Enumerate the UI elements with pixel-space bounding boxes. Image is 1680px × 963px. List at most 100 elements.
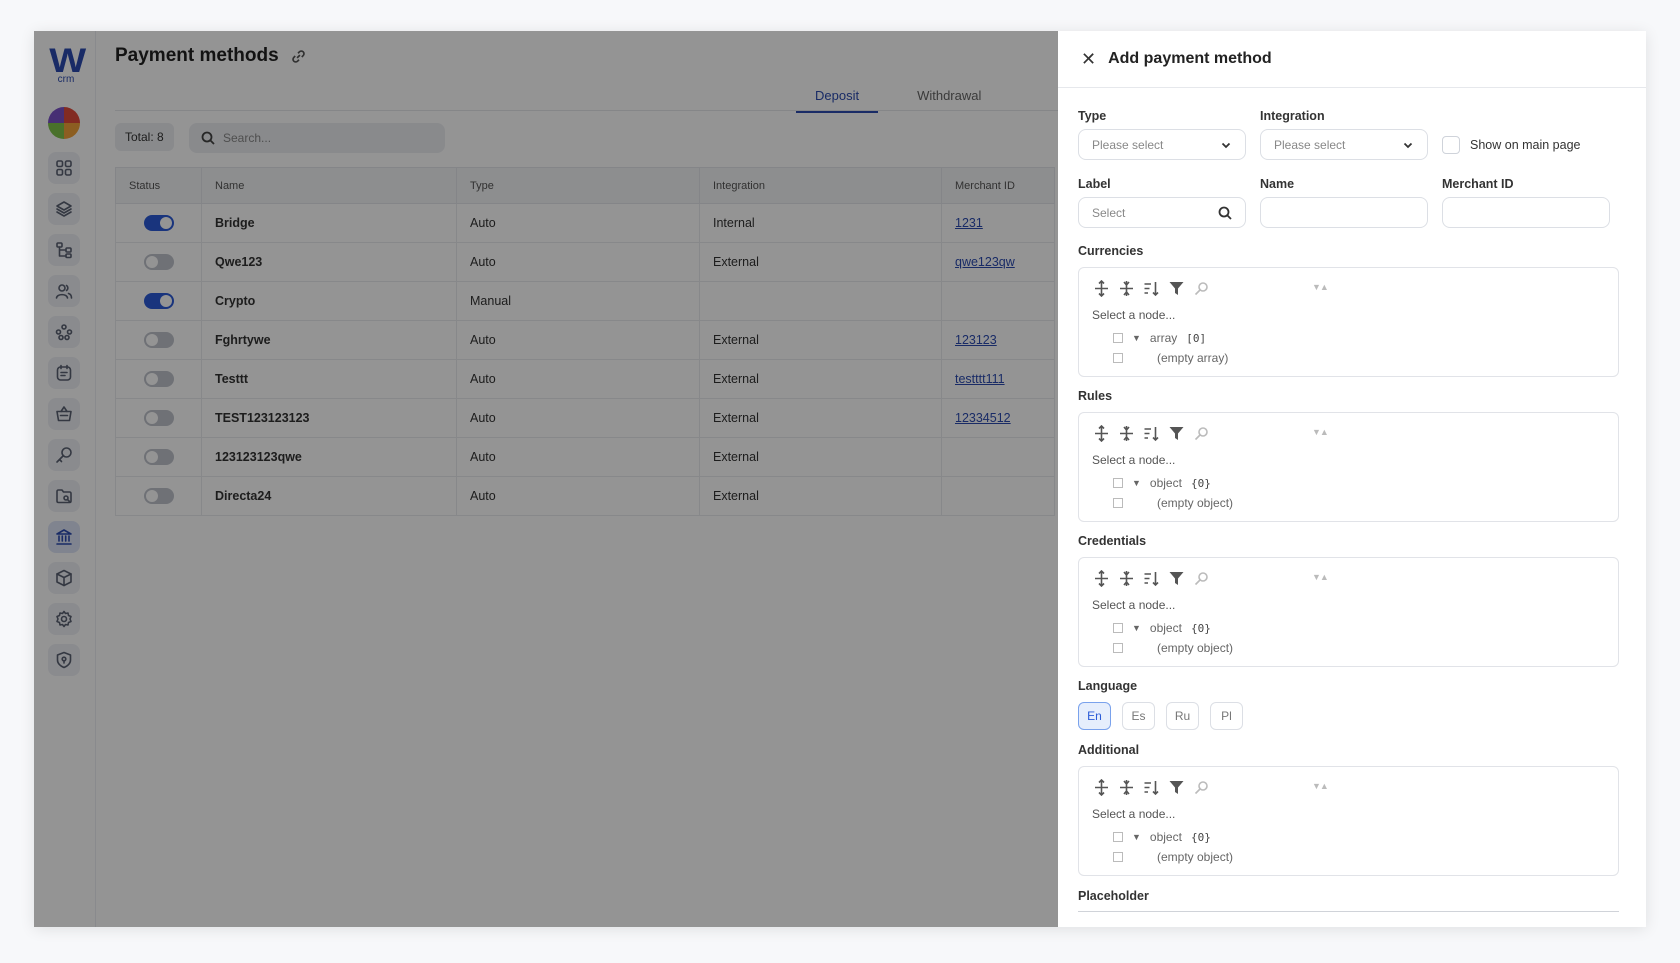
row-checkbox[interactable]	[1113, 832, 1123, 842]
rules-json-editor[interactable]: ▼▲ Select a node... ▼ object {0} (empty ob…	[1078, 412, 1619, 522]
node-breadcrumb: Select a node...	[1092, 453, 1176, 467]
tree-root-count: [0]	[1186, 331, 1207, 345]
show-on-main-label: Show on main page	[1470, 138, 1581, 152]
rules-label: Rules	[1078, 389, 1113, 403]
expand-caret-icon[interactable]: ▼	[1132, 333, 1141, 343]
tree-root-row[interactable]: ▼ array [0]	[1113, 331, 1206, 345]
language-option-es[interactable]: Es	[1122, 702, 1155, 730]
tree-empty-row: (empty array)	[1113, 351, 1228, 365]
node-breadcrumb: Select a node...	[1092, 807, 1176, 821]
tree-root-type: object	[1149, 621, 1182, 635]
expand-all-icon[interactable]	[1093, 570, 1110, 587]
modal-backdrop[interactable]	[34, 31, 1058, 927]
label-select-value: Select	[1092, 205, 1126, 220]
language-option-en[interactable]: En	[1078, 702, 1111, 730]
tree-root-count: {0}	[1190, 621, 1211, 635]
language-option-ru[interactable]: Ru	[1166, 702, 1199, 730]
tree-empty-text: (empty object)	[1157, 496, 1234, 510]
language-option-pl[interactable]: Pl	[1210, 702, 1243, 730]
expand-caret-icon[interactable]: ▼	[1132, 832, 1141, 842]
expand-caret-icon[interactable]: ▼	[1132, 623, 1141, 633]
search-icon	[1218, 206, 1232, 220]
label-select[interactable]: Select	[1078, 197, 1246, 228]
language-selector: En Es Ru Pl	[1078, 702, 1243, 730]
sort-icon[interactable]	[1143, 425, 1160, 442]
search-icon[interactable]	[1193, 425, 1210, 442]
tree-empty-text: (empty array)	[1157, 351, 1229, 365]
integration-select-value: Please select	[1274, 137, 1346, 152]
search-icon[interactable]	[1193, 280, 1210, 297]
merchant-id-input[interactable]	[1442, 197, 1610, 228]
credentials-label: Credentials	[1078, 534, 1147, 548]
expand-all-icon[interactable]	[1093, 280, 1110, 297]
collapse-all-icon[interactable]	[1118, 779, 1135, 796]
sort-icon[interactable]	[1143, 570, 1160, 587]
editor-toolbar	[1093, 779, 1210, 796]
tree-root-type: object	[1149, 476, 1182, 490]
panel-header: ✕ Add payment method	[1058, 31, 1646, 88]
expand-caret-icon[interactable]: ▼	[1132, 478, 1141, 488]
expand-all-icon[interactable]	[1093, 425, 1110, 442]
tree-empty-text: (empty object)	[1157, 850, 1234, 864]
nav-arrows-icon[interactable]: ▼▲	[1312, 282, 1329, 292]
collapse-all-icon[interactable]	[1118, 425, 1135, 442]
nav-arrows-icon[interactable]: ▼▲	[1312, 427, 1329, 437]
tree-empty-text: (empty object)	[1157, 641, 1234, 655]
editor-toolbar	[1093, 570, 1210, 587]
name-input[interactable]	[1260, 197, 1428, 228]
merchant-id-label: Merchant ID	[1442, 177, 1514, 191]
placeholder-label: Placeholder	[1078, 889, 1149, 903]
node-breadcrumb: Select a node...	[1092, 598, 1176, 612]
chevron-down-icon	[1403, 142, 1413, 148]
integration-select[interactable]: Please select	[1260, 129, 1428, 160]
placeholder-input[interactable]	[1078, 911, 1619, 912]
editor-toolbar	[1093, 425, 1210, 442]
expand-all-icon[interactable]	[1093, 779, 1110, 796]
panel-title: Add payment method	[1108, 50, 1272, 67]
row-checkbox[interactable]	[1113, 478, 1123, 488]
sort-icon[interactable]	[1143, 779, 1160, 796]
language-label: Language	[1078, 679, 1138, 693]
currencies-label: Currencies	[1078, 244, 1144, 258]
type-select[interactable]: Please select	[1078, 129, 1246, 160]
filter-icon[interactable]	[1168, 779, 1185, 796]
node-breadcrumb: Select a node...	[1092, 308, 1176, 322]
tree-root-type: object	[1149, 830, 1182, 844]
filter-icon[interactable]	[1168, 425, 1185, 442]
nav-arrows-icon[interactable]: ▼▲	[1312, 781, 1329, 791]
add-payment-panel: ✕ Add payment method Type Please select …	[1058, 31, 1646, 927]
app-window: W crm Payment methods Deposit Withdrawal…	[34, 31, 1646, 927]
tree-root-row[interactable]: ▼ object {0}	[1113, 830, 1211, 844]
additional-json-editor[interactable]: ▼▲ Select a node... ▼ object {0} (empty ob…	[1078, 766, 1619, 876]
tree-empty-row: (empty object)	[1113, 641, 1233, 655]
row-checkbox[interactable]	[1113, 623, 1123, 633]
credentials-json-editor[interactable]: ▼▲ Select a node... ▼ object {0} (empty ob…	[1078, 557, 1619, 667]
sort-icon[interactable]	[1143, 280, 1160, 297]
show-on-main-checkbox[interactable]	[1442, 136, 1460, 154]
type-label: Type	[1078, 109, 1107, 123]
tree-root-count: {0}	[1190, 476, 1211, 490]
tree-root-row[interactable]: ▼ object {0}	[1113, 621, 1211, 635]
tree-root-row[interactable]: ▼ object {0}	[1113, 476, 1211, 490]
row-checkbox[interactable]	[1113, 498, 1123, 508]
chevron-down-icon	[1221, 142, 1231, 148]
filter-icon[interactable]	[1168, 280, 1185, 297]
type-select-value: Please select	[1092, 137, 1164, 152]
filter-icon[interactable]	[1168, 570, 1185, 587]
additional-label: Additional	[1078, 743, 1140, 757]
collapse-all-icon[interactable]	[1118, 280, 1135, 297]
name-field-label: Name	[1260, 177, 1295, 191]
row-checkbox[interactable]	[1113, 353, 1123, 363]
close-icon[interactable]: ✕	[1081, 49, 1096, 70]
tree-root-type: array	[1149, 331, 1178, 345]
editor-toolbar	[1093, 280, 1210, 297]
collapse-all-icon[interactable]	[1118, 570, 1135, 587]
tree-root-count: {0}	[1190, 830, 1211, 844]
nav-arrows-icon[interactable]: ▼▲	[1312, 572, 1329, 582]
row-checkbox[interactable]	[1113, 852, 1123, 862]
row-checkbox[interactable]	[1113, 333, 1123, 343]
search-icon[interactable]	[1193, 779, 1210, 796]
currencies-json-editor[interactable]: ▼▲ Select a node... ▼ array [0] (empty arr…	[1078, 267, 1619, 377]
search-icon[interactable]	[1193, 570, 1210, 587]
row-checkbox[interactable]	[1113, 643, 1123, 653]
